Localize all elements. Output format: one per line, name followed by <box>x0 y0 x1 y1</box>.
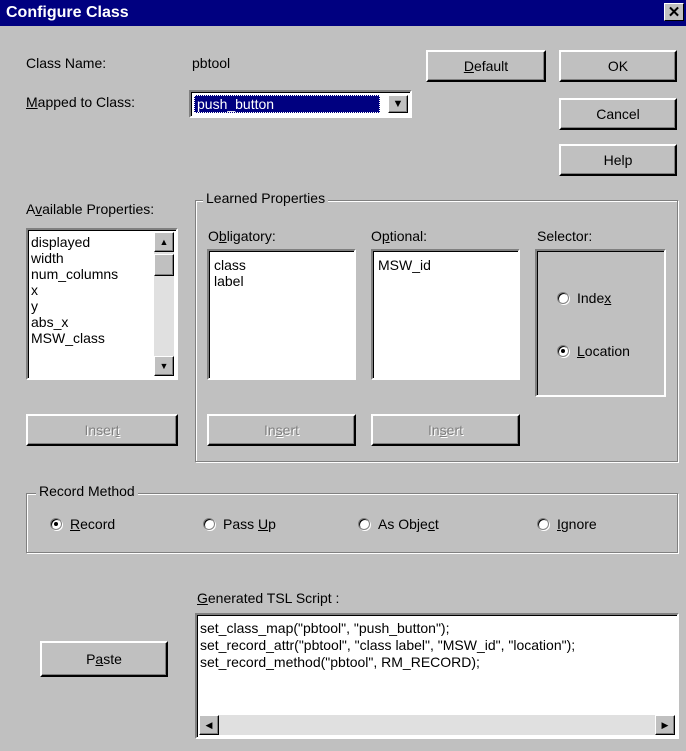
record-radio-label: Record <box>70 516 116 532</box>
tsl-horizontal-scrollbar[interactable]: ◀ ▶ <box>199 715 675 735</box>
list-item[interactable]: MSW_class <box>28 330 148 346</box>
close-icon[interactable]: ✕ <box>664 3 684 21</box>
list-item[interactable]: label <box>211 273 246 289</box>
list-item[interactable]: displayed <box>28 234 148 250</box>
arrow-right-icon[interactable]: ▶ <box>655 715 675 735</box>
list-item[interactable]: y <box>28 298 148 314</box>
cancel-button[interactable]: Cancel <box>559 98 677 130</box>
record-method-legend: Record Method <box>36 483 138 499</box>
list-item[interactable]: num_columns <box>28 266 148 282</box>
selector-panel <box>535 249 666 397</box>
arrow-left-icon[interactable]: ◀ <box>199 715 219 735</box>
help-button[interactable]: Help <box>559 144 677 176</box>
available-insert-label: Insert <box>84 422 120 438</box>
list-item[interactable]: MSW_id <box>375 257 431 273</box>
selector-location-radio[interactable]: Location <box>557 343 630 359</box>
learned-properties-legend: Learned Properties <box>203 190 329 206</box>
paste-button[interactable]: Paste <box>40 641 168 677</box>
available-insert-button[interactable]: Insert <box>26 414 178 446</box>
optional-items: MSW_id <box>375 257 431 273</box>
radio-as-object-indicator <box>358 518 370 530</box>
tsl-line: set_record_method("pbtool", RM_RECORD); <box>200 654 480 670</box>
mapped-class-combobox[interactable]: push_button ▼ <box>189 90 412 118</box>
default-button-label: Default <box>463 58 509 74</box>
paste-button-label: Paste <box>86 651 122 667</box>
tsl-label: Generated TSL Script : <box>197 590 340 606</box>
mapped-class-value: push_button <box>194 95 380 113</box>
optional-label: Optional: <box>371 228 428 244</box>
optional-insert-button[interactable]: Insert <box>371 414 520 446</box>
obligatory-items: class label <box>211 257 246 289</box>
window-title: Configure Class <box>6 4 129 21</box>
radio-record-indicator <box>50 518 62 530</box>
pass-up-radio-label: Pass Up <box>223 516 276 532</box>
list-item[interactable]: class <box>211 257 246 273</box>
available-scrollbar[interactable]: ▲ ▼ <box>154 232 174 376</box>
default-button[interactable]: Default <box>426 50 546 82</box>
radio-pass-up-indicator <box>203 518 215 530</box>
as-object-radio[interactable]: As Object <box>358 516 439 532</box>
ok-button[interactable]: OK <box>559 50 677 82</box>
tsl-script-text: set_class_map("pbtool", "push_button"); s… <box>200 620 676 671</box>
tsl-script-box[interactable]: set_class_map("pbtool", "push_button"); s… <box>195 613 679 739</box>
as-object-radio-label: As Object <box>378 516 439 532</box>
radio-index-indicator <box>557 292 569 304</box>
obligatory-insert-label: Insert <box>263 422 300 438</box>
list-item[interactable]: abs_x <box>28 314 148 330</box>
obligatory-insert-button[interactable]: Insert <box>207 414 356 446</box>
title-bar: Configure Class ✕ <box>0 0 686 26</box>
class-name-value: pbtool <box>192 55 231 71</box>
obligatory-label: Obligatory: <box>208 228 276 244</box>
obligatory-list[interactable]: class label <box>207 249 356 380</box>
record-radio[interactable]: Record <box>50 516 115 532</box>
available-properties-list[interactable]: displayed width num_columns x y abs_x MSW_clas… <box>26 228 178 380</box>
optional-insert-label: Insert <box>427 422 464 438</box>
class-name-label: Class Name: <box>26 55 107 71</box>
mapped-to-class-label: Mapped to Class: <box>26 94 135 110</box>
tsl-line: set_class_map("pbtool", "push_button"); <box>200 620 450 636</box>
arrow-up-icon[interactable]: ▲ <box>154 232 174 252</box>
optional-list[interactable]: MSW_id <box>371 249 520 380</box>
list-item[interactable]: x <box>28 282 148 298</box>
available-properties-label: Available Properties: <box>26 201 155 217</box>
selector-index-label: Index <box>577 290 612 306</box>
chevron-down-icon[interactable]: ▼ <box>388 95 408 113</box>
selector-index-radio[interactable]: Index <box>557 290 611 306</box>
selector-location-label: Location <box>577 343 630 359</box>
arrow-down-icon[interactable]: ▼ <box>154 356 174 376</box>
list-item[interactable]: width <box>28 250 148 266</box>
available-properties-items: displayed width num_columns x y abs_x MSW_clas… <box>28 234 148 346</box>
pass-up-radio[interactable]: Pass Up <box>203 516 276 532</box>
ignore-radio[interactable]: Ignore <box>537 516 597 532</box>
radio-ignore-indicator <box>537 518 549 530</box>
selector-label: Selector: <box>537 228 593 244</box>
scrollbar-thumb[interactable] <box>154 254 174 276</box>
radio-location-indicator <box>557 345 569 357</box>
tsl-line: set_record_attr("pbtool", "class label",… <box>200 637 576 653</box>
ignore-radio-label: Ignore <box>557 516 597 532</box>
